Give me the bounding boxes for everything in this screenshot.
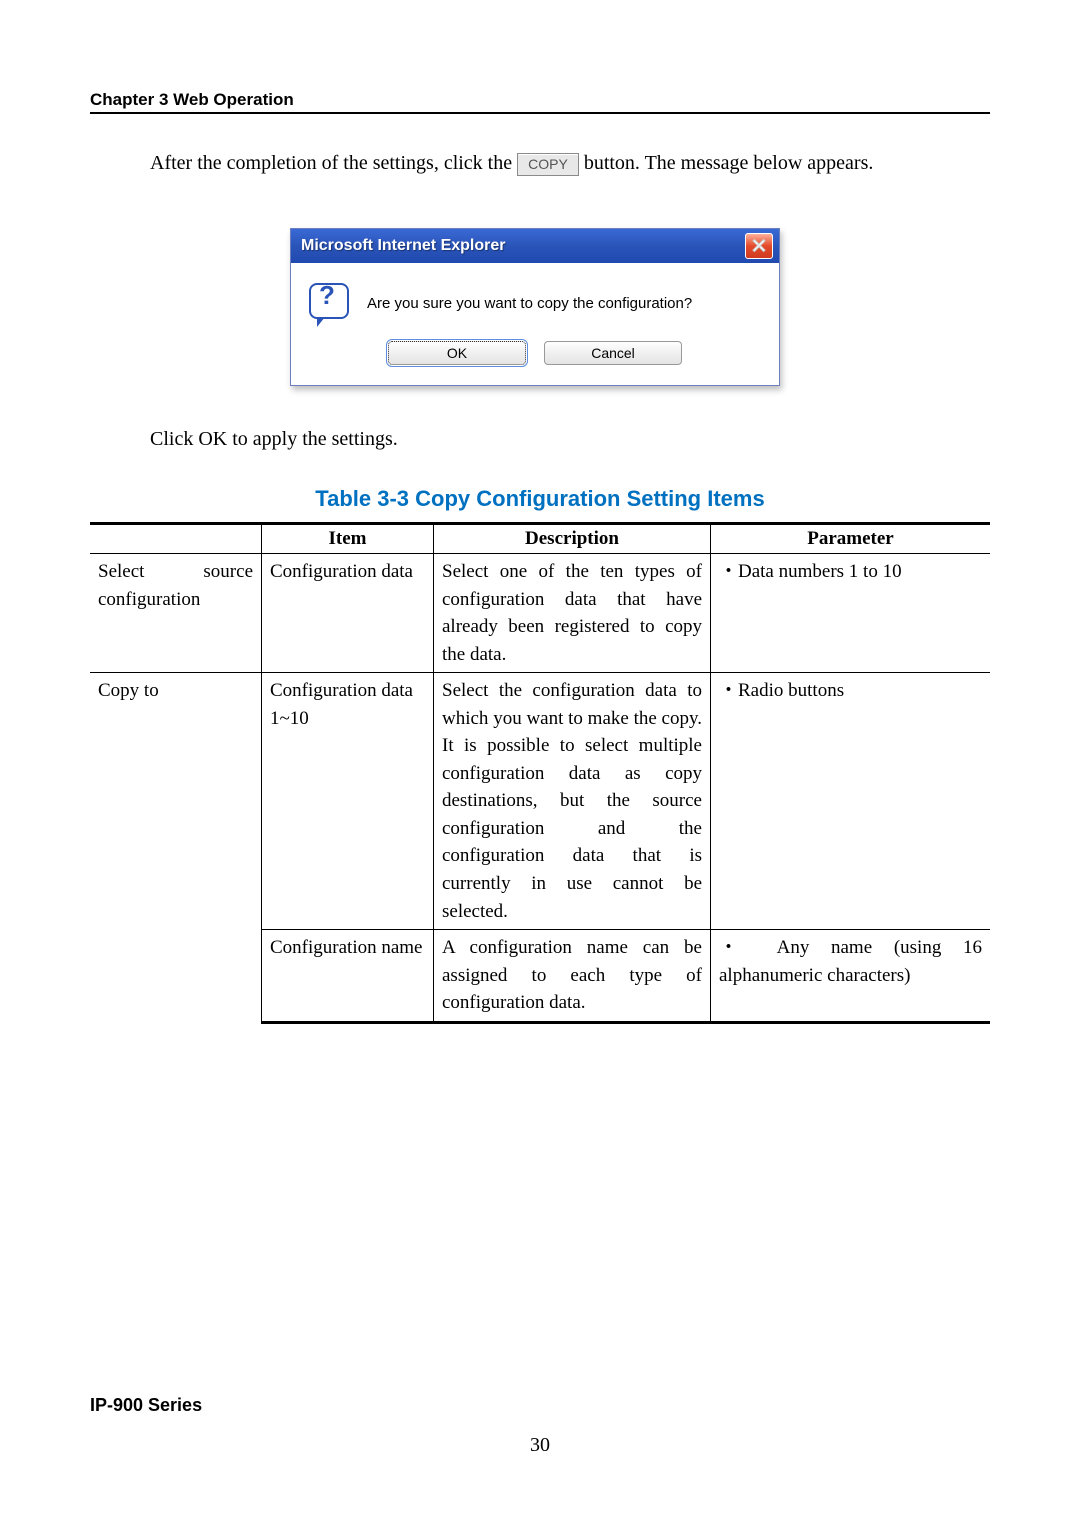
intro-paragraph: After the completion of the settings, cl…: [150, 150, 990, 176]
table-row: Select source configuration Configuratio…: [90, 554, 990, 673]
header-item: Item: [262, 524, 434, 554]
page-footer: IP-900 Series 30: [90, 1395, 990, 1457]
dialog-screenshot: Microsoft Internet Explorer ? Are you su…: [290, 228, 780, 386]
dialog-button-row: OK Cancel: [291, 333, 779, 385]
question-icon: ?: [309, 283, 349, 323]
cancel-button[interactable]: Cancel: [544, 341, 682, 365]
cell-group: Select source configuration: [90, 554, 262, 673]
page-number: 30: [90, 1434, 990, 1457]
cell-item: Configuration data 1~10: [262, 673, 434, 930]
intro-text-before: After the completion of the settings, cl…: [150, 152, 517, 174]
cell-item: Configuration name: [262, 930, 434, 1023]
cell-item: Configuration data: [262, 554, 434, 673]
close-icon[interactable]: [745, 233, 773, 259]
table-row: Copy to Configuration data 1~10 Select t…: [90, 673, 990, 930]
cell-desc: Select one of the ten types of configura…: [434, 554, 711, 673]
dialog-title: Microsoft Internet Explorer: [301, 237, 745, 255]
series-label: IP-900 Series: [90, 1395, 990, 1416]
ok-button[interactable]: OK: [388, 341, 526, 365]
dialog-body: ? Are you sure you want to copy the conf…: [291, 263, 779, 333]
cell-desc: Select the configuration data to which y…: [434, 673, 711, 930]
header-blank: [90, 524, 262, 554]
intro-text-after: button. The message below appears.: [584, 152, 874, 174]
settings-table: Item Description Parameter Select source…: [90, 522, 990, 1024]
chapter-heading: Chapter 3 Web Operation: [90, 90, 990, 114]
cell-param: ・Data numbers 1 to 10: [711, 554, 991, 673]
header-parameter: Parameter: [711, 524, 991, 554]
table-caption: Table 3-3 Copy Configuration Setting Ite…: [90, 486, 990, 512]
document-page: Chapter 3 Web Operation After the comple…: [0, 0, 1080, 1527]
copy-button-illustration: COPY: [517, 153, 579, 175]
cell-param: ・Radio buttons: [711, 673, 991, 930]
cell-group: Copy to: [90, 673, 262, 1023]
cell-param: ・ Any name (using 16 alphanumeric charac…: [711, 930, 991, 1023]
click-ok-line: Click OK to apply the settings.: [150, 426, 990, 452]
header-description: Description: [434, 524, 711, 554]
cell-desc: A configuration name can be assigned to …: [434, 930, 711, 1023]
table-header-row: Item Description Parameter: [90, 524, 990, 554]
dialog-message: Are you sure you want to copy the config…: [367, 295, 692, 312]
confirm-dialog: Microsoft Internet Explorer ? Are you su…: [290, 228, 780, 386]
dialog-titlebar: Microsoft Internet Explorer: [291, 229, 779, 263]
